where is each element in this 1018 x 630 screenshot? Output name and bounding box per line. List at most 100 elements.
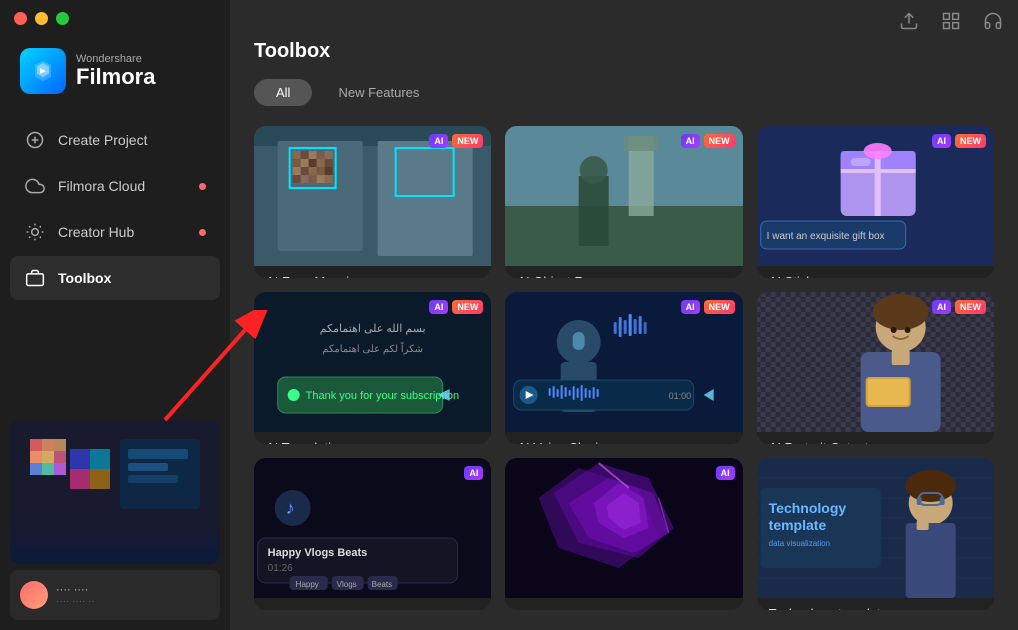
badges-sticker: AI NEW bbox=[932, 134, 986, 148]
headphone-icon[interactable] bbox=[982, 10, 1004, 32]
traffic-light-red[interactable] bbox=[14, 12, 27, 25]
main-content: Toolbox All New Features bbox=[230, 0, 1018, 630]
tool-info-sticker: AI Sticker bbox=[757, 266, 994, 278]
svg-text:01:00: 01:00 bbox=[669, 391, 692, 401]
badge-ai-6: AI bbox=[932, 300, 951, 314]
tool-info-music bbox=[254, 598, 491, 610]
tool-card-translation[interactable]: بسم الله على اهتمامكم شكراً لكم على اهتم… bbox=[254, 292, 491, 444]
logo-name: Filmora bbox=[76, 65, 155, 89]
tool-name-translation: AI Translation bbox=[266, 440, 479, 444]
toolbox-label: Toolbox bbox=[58, 270, 111, 286]
badge-ai-3: AI bbox=[932, 134, 951, 148]
badge-ai-4: AI bbox=[429, 300, 448, 314]
user-avatar bbox=[20, 581, 48, 609]
cloud-upload-icon[interactable] bbox=[898, 10, 920, 32]
badges-object-remover: AI NEW bbox=[681, 134, 735, 148]
badge-new-5: NEW bbox=[704, 300, 735, 314]
badge-new-3: NEW bbox=[955, 134, 986, 148]
svg-text:template: template bbox=[768, 517, 826, 533]
sidebar-bottom: ···· ···· ···· ···· ·· bbox=[0, 409, 230, 630]
tab-new-features[interactable]: New Features bbox=[316, 79, 441, 106]
grid-icon[interactable] bbox=[940, 10, 962, 32]
user-info: ···· ···· ···· ···· ·· bbox=[56, 584, 95, 607]
badge-new-2: NEW bbox=[704, 134, 735, 148]
logo-area: Wondershare Filmora bbox=[0, 40, 230, 118]
plus-circle-icon bbox=[24, 129, 46, 151]
tool-info-object-remover: AI Object Remover bbox=[505, 266, 742, 278]
sidebar-item-toolbox[interactable]: Toolbox bbox=[10, 256, 220, 300]
tool-name-sticker: AI Sticker bbox=[769, 274, 982, 278]
logo-text: Wondershare Filmora bbox=[76, 53, 155, 89]
tool-card-tech[interactable]: Technology template data visualization T… bbox=[757, 458, 994, 610]
badges-music: AI bbox=[464, 466, 483, 480]
thumb-music: ♪ Happy Vlogs Beats 01:26 Happy Vlogs Be… bbox=[254, 458, 491, 598]
traffic-light-yellow[interactable] bbox=[35, 12, 48, 25]
sidebar-item-creator-hub[interactable]: Creator Hub bbox=[10, 210, 220, 254]
badges-translation: AI NEW bbox=[429, 300, 483, 314]
tool-info-voice: AI Voice Cloning bbox=[505, 432, 742, 444]
page-title: Toolbox bbox=[254, 40, 994, 63]
tool-card-music[interactable]: ♪ Happy Vlogs Beats 01:26 Happy Vlogs Be… bbox=[254, 458, 491, 610]
create-project-label: Create Project bbox=[58, 132, 147, 148]
svg-text:Technology: Technology bbox=[768, 500, 846, 516]
tool-card-face-mosaic[interactable]: AI NEW AI Face Mosaic bbox=[254, 126, 491, 278]
svg-text:I want an exquisite gift box: I want an exquisite gift box bbox=[766, 231, 884, 242]
tool-info-tech: Technology template bbox=[757, 598, 994, 610]
briefcase-icon bbox=[24, 267, 46, 289]
svg-text:01:26: 01:26 bbox=[268, 563, 293, 574]
nav-items: Create Project Filmora Cloud Creator Hub bbox=[0, 118, 230, 300]
cloud-icon bbox=[24, 175, 46, 197]
badge-ai-8: AI bbox=[716, 466, 735, 480]
thumb-translation: بسم الله على اهتمامكم شكراً لكم على اهتم… bbox=[254, 292, 491, 432]
tool-name-object-remover: AI Object Remover bbox=[517, 274, 730, 278]
sidebar-item-filmora-cloud[interactable]: Filmora Cloud bbox=[10, 164, 220, 208]
tool-card-sticker[interactable]: I want an exquisite gift box AI NEW AI S… bbox=[757, 126, 994, 278]
tool-card-abstract[interactable]: AI bbox=[505, 458, 742, 610]
badge-new: NEW bbox=[452, 134, 483, 148]
svg-text:data visualization: data visualization bbox=[768, 539, 829, 548]
sidebar: Wondershare Filmora Create Project Filmo… bbox=[0, 0, 230, 630]
badge-new-6: NEW bbox=[955, 300, 986, 314]
badge-ai-5: AI bbox=[681, 300, 700, 314]
sidebar-item-create-project[interactable]: Create Project bbox=[10, 118, 220, 162]
tool-info-translation: AI Translation bbox=[254, 432, 491, 444]
tool-card-object-remover[interactable]: AI NEW AI Object Remover bbox=[505, 126, 742, 278]
svg-text:بسم الله على اهتمامكم: بسم الله على اهتمامكم bbox=[320, 323, 426, 335]
tool-info-portrait: AI Portrait Cutout bbox=[757, 432, 994, 444]
tool-name-face-mosaic: AI Face Mosaic bbox=[266, 274, 479, 278]
user-name: ···· ···· bbox=[56, 584, 95, 596]
tool-info-abstract bbox=[505, 598, 742, 610]
thumb-object-remover: AI NEW bbox=[505, 126, 742, 266]
sidebar-card-1[interactable] bbox=[10, 419, 220, 564]
badges-voice: AI NEW bbox=[681, 300, 735, 314]
badge-ai: AI bbox=[429, 134, 448, 148]
filmora-cloud-dot bbox=[199, 183, 206, 190]
svg-text:Happy Vlogs Beats: Happy Vlogs Beats bbox=[268, 547, 368, 559]
thumb-abstract: AI bbox=[505, 458, 742, 598]
lightbulb-icon bbox=[24, 221, 46, 243]
svg-text:♪: ♪ bbox=[286, 498, 295, 518]
svg-text:Vlogs: Vlogs bbox=[337, 580, 357, 589]
badge-ai-7: AI bbox=[464, 466, 483, 480]
sidebar-card-image bbox=[10, 419, 220, 564]
badges-face-mosaic: AI NEW bbox=[429, 134, 483, 148]
creator-hub-label: Creator Hub bbox=[58, 224, 134, 240]
tab-all[interactable]: All bbox=[254, 79, 312, 106]
thumb-face-mosaic: AI NEW bbox=[254, 126, 491, 266]
filmora-cloud-label: Filmora Cloud bbox=[58, 178, 145, 194]
tools-grid: AI NEW AI Face Mosaic bbox=[254, 126, 994, 610]
traffic-light-green[interactable] bbox=[56, 12, 69, 25]
logo-icon bbox=[20, 48, 66, 94]
thumb-sticker: I want an exquisite gift box AI NEW bbox=[757, 126, 994, 266]
tool-card-voice[interactable]: 01:00 AI NEW AI Voice Cloning bbox=[505, 292, 742, 444]
tool-card-portrait[interactable]: AI NEW AI Portrait Cutout bbox=[757, 292, 994, 444]
thumb-tech: Technology template data visualization bbox=[757, 458, 994, 598]
tool-info-face-mosaic: AI Face Mosaic bbox=[254, 266, 491, 278]
svg-text:Thank you for your subscriptio: Thank you for your subscription bbox=[306, 390, 459, 402]
user-sub: ···· ···· ·· bbox=[56, 596, 95, 607]
badges-portrait: AI NEW bbox=[932, 300, 986, 314]
badge-ai-2: AI bbox=[681, 134, 700, 148]
top-right-icons bbox=[898, 10, 1004, 32]
sidebar-card-2[interactable]: ···· ···· ···· ···· ·· bbox=[10, 570, 220, 620]
tool-name-portrait: AI Portrait Cutout bbox=[769, 440, 982, 444]
